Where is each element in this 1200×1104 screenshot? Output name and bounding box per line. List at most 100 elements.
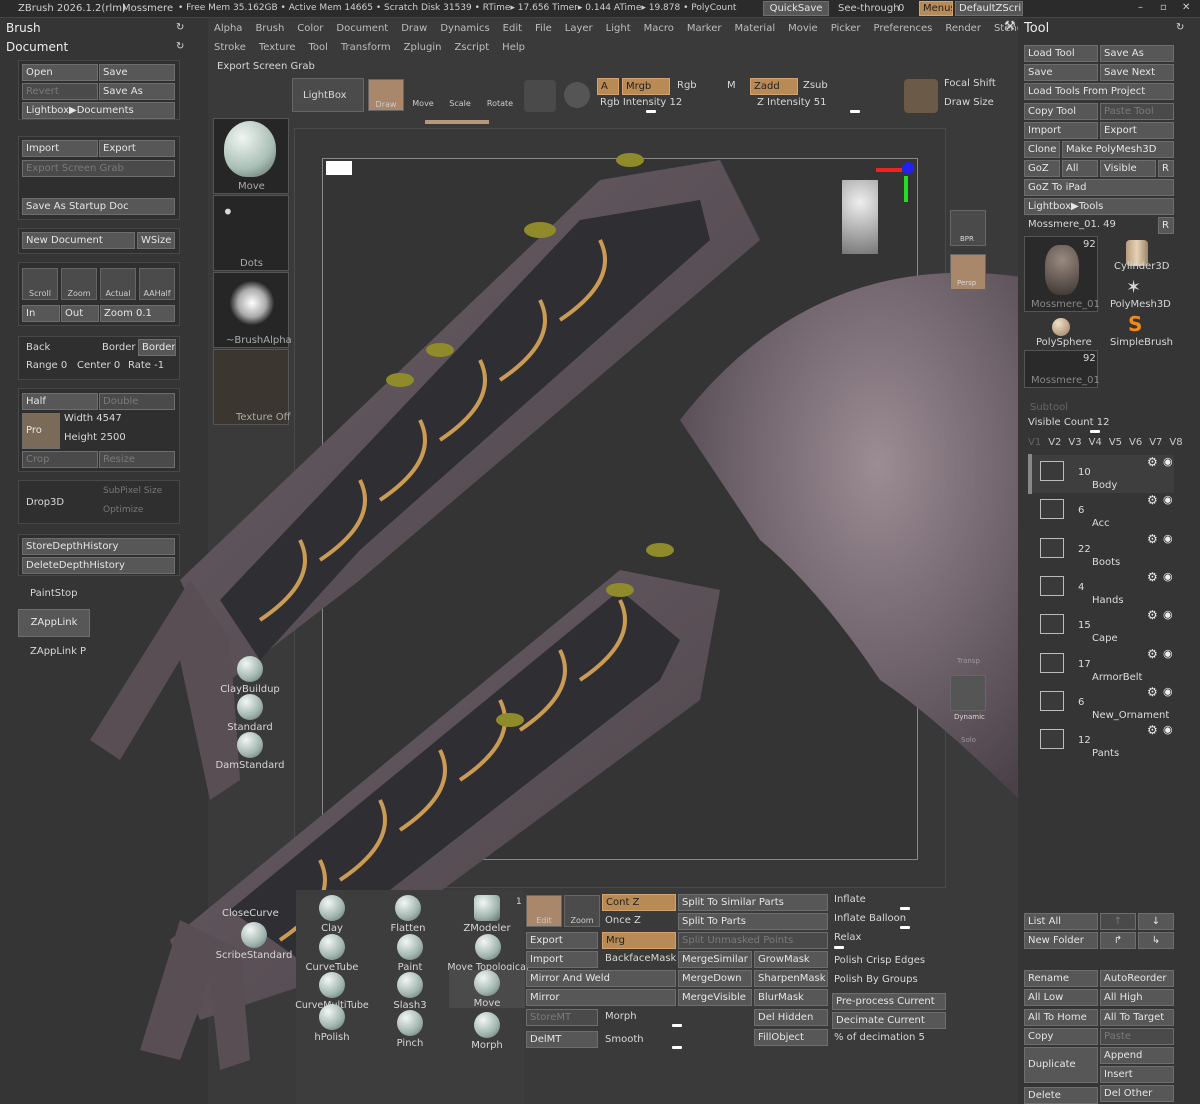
menu-item-help[interactable]: Help: [502, 42, 525, 53]
new-folder-button[interactable]: New Folder: [1024, 932, 1098, 949]
menu-item-brush[interactable]: Brush: [255, 23, 284, 34]
growmask-button[interactable]: GrowMask: [754, 951, 828, 968]
move-down-button[interactable]: ↓: [1138, 913, 1174, 930]
simplebrush-icon[interactable]: S: [1128, 312, 1142, 336]
menu-item-draw[interactable]: Draw: [401, 23, 427, 34]
hpolish-brush[interactable]: hPolish: [294, 1004, 370, 1043]
relax-thumb[interactable]: [834, 946, 844, 949]
z-intensity-slider[interactable]: Z Intensity 51: [757, 97, 826, 108]
menu-item-material[interactable]: Material: [734, 23, 775, 34]
gear-icon[interactable]: ⚙: [1147, 685, 1158, 699]
tool-thumb-mossmere-2[interactable]: 92 Mossmere_01: [1024, 350, 1100, 388]
eye-icon[interactable]: ◉: [1163, 455, 1173, 468]
bpr-button[interactable]: BPR: [950, 210, 986, 246]
brush-collapse-icon[interactable]: ↻: [176, 22, 184, 33]
delete-button[interactable]: Delete: [1024, 1087, 1098, 1104]
scale-mode-button[interactable]: Scale: [442, 79, 478, 111]
delmt-button[interactable]: DelMT: [526, 1031, 598, 1048]
split-parts-button[interactable]: Split To Parts: [678, 913, 828, 930]
all-to-home-button[interactable]: All To Home: [1024, 1009, 1098, 1026]
solo-button[interactable]: Solo: [961, 736, 976, 744]
version-tab-v5[interactable]: V5: [1109, 437, 1122, 448]
menu-item-file[interactable]: File: [535, 23, 552, 34]
revert-button[interactable]: Revert: [22, 83, 98, 100]
script-button[interactable]: DefaultZScript: [955, 1, 1023, 16]
all-to-target-button[interactable]: All To Target: [1100, 1009, 1174, 1026]
eye-icon[interactable]: ◉: [1163, 723, 1173, 736]
menu-item-layer[interactable]: Layer: [565, 23, 593, 34]
lightbox-tools-button[interactable]: Lightbox▶Tools: [1024, 198, 1174, 215]
minimize-icon[interactable]: –: [1138, 2, 1143, 13]
gear-icon[interactable]: ⚙: [1147, 455, 1158, 469]
lightbox-button[interactable]: LightBox: [292, 78, 364, 112]
version-tab-v2[interactable]: V2: [1048, 437, 1061, 448]
load-tools-from-project-button[interactable]: Load Tools From Project: [1024, 83, 1174, 100]
relax-button[interactable]: Relax: [834, 932, 861, 943]
goz-ipad-button[interactable]: GoZ To iPad: [1024, 179, 1174, 196]
document-collapse-icon[interactable]: ↻: [176, 41, 184, 52]
folder-down-icon[interactable]: ↳: [1138, 932, 1174, 949]
del-hidden-button[interactable]: Del Hidden: [754, 1009, 828, 1026]
zadd-toggle[interactable]: Zadd: [750, 78, 798, 95]
tool-save-as-button[interactable]: Save As: [1100, 45, 1174, 62]
paste-tool-button[interactable]: Paste Tool: [1100, 103, 1174, 120]
current-tool-slider[interactable]: Mossmere_01. 49: [1028, 219, 1116, 230]
transp-button[interactable]: Transp: [957, 657, 980, 665]
mergedown-button[interactable]: MergeDown: [678, 970, 752, 987]
move-brush[interactable]: Move: [449, 970, 525, 1009]
subtool-heading[interactable]: Subtool: [1030, 402, 1068, 413]
fillobject-button[interactable]: FillObject: [754, 1029, 828, 1046]
decimate-current-button[interactable]: Decimate Current: [832, 1012, 946, 1029]
menu-item-movie[interactable]: Movie: [788, 23, 818, 34]
tool-heading[interactable]: Tool: [1024, 21, 1049, 36]
version-tab-v4[interactable]: V4: [1089, 437, 1102, 448]
subtool-paste-button[interactable]: Paste: [1100, 1028, 1174, 1045]
subtool-row[interactable]: 12 Pants ⚙ ◉: [1032, 723, 1174, 761]
draw-mode-button[interactable]: Draw: [368, 79, 404, 111]
eye-icon[interactable]: ◉: [1163, 685, 1173, 698]
menu-item-zscript[interactable]: Zscript: [454, 42, 489, 53]
rgb-toggle[interactable]: Rgb: [677, 80, 697, 91]
subtool-row[interactable]: 4 Hands ⚙ ◉: [1032, 570, 1174, 608]
mrg-toggle[interactable]: Mrg: [602, 932, 676, 949]
z-intensity-thumb[interactable]: [850, 110, 860, 113]
dynamic-slot[interactable]: [950, 675, 986, 711]
visible-count-slider[interactable]: Visible Count 12: [1028, 417, 1109, 428]
polish-crisp-slider[interactable]: Polish Crisp Edges: [834, 955, 925, 966]
rgb-intensity-thumb[interactable]: [646, 110, 656, 113]
mergevisible-button[interactable]: MergeVisible: [678, 989, 752, 1006]
axis-gizmo[interactable]: [876, 162, 916, 202]
gear-icon[interactable]: ⚙: [1147, 723, 1158, 737]
gear-icon[interactable]: ⚙: [1147, 570, 1158, 584]
smooth-slider[interactable]: Smooth: [605, 1034, 644, 1045]
m-toggle[interactable]: M: [727, 80, 736, 91]
curvetube-brush[interactable]: CurveTube: [294, 934, 370, 973]
closecurve-brush[interactable]: CloseCurve: [222, 908, 279, 919]
subtool-row[interactable]: 15 Cape ⚙ ◉: [1032, 608, 1174, 646]
paint-brush[interactable]: Paint: [372, 934, 448, 973]
eye-icon[interactable]: ◉: [1163, 570, 1173, 583]
make-polymesh-button[interactable]: Make PolyMesh3D: [1062, 141, 1174, 158]
document-heading[interactable]: Document: [6, 40, 68, 54]
all-low-button[interactable]: All Low: [1024, 989, 1098, 1006]
menu-item-document[interactable]: Document: [336, 23, 388, 34]
load-tool-button[interactable]: Load Tool: [1024, 45, 1098, 62]
maximize-icon[interactable]: ▫: [1160, 2, 1167, 13]
polymesh-star-icon[interactable]: ✶: [1126, 277, 1141, 298]
autoreorder-button[interactable]: AutoReorder: [1100, 970, 1174, 987]
open-button[interactable]: Open: [22, 64, 98, 81]
polymesh-label[interactable]: PolyMesh3D: [1110, 299, 1171, 310]
simplebrush-label[interactable]: SimpleBrush: [1110, 337, 1173, 348]
blurmask-button[interactable]: BlurMask: [754, 989, 828, 1006]
subtool-row[interactable]: 6 Acc ⚙ ◉: [1032, 493, 1174, 531]
close-icon[interactable]: ✕: [1182, 2, 1190, 13]
bottom-import-button[interactable]: Import: [526, 951, 598, 968]
mergesimilar-button[interactable]: MergeSimilar: [678, 951, 752, 968]
menus-toggle[interactable]: Menus: [919, 1, 953, 16]
color-swatch[interactable]: [564, 82, 590, 108]
dynamic-label[interactable]: Dynamic: [954, 713, 985, 721]
move-topological-brush[interactable]: Move Topological: [447, 934, 529, 973]
morph-brush[interactable]: Morph: [449, 1012, 525, 1051]
zmodeler-brush[interactable]: ZModeler: [449, 895, 525, 934]
goz-r-button[interactable]: R: [1158, 160, 1174, 177]
